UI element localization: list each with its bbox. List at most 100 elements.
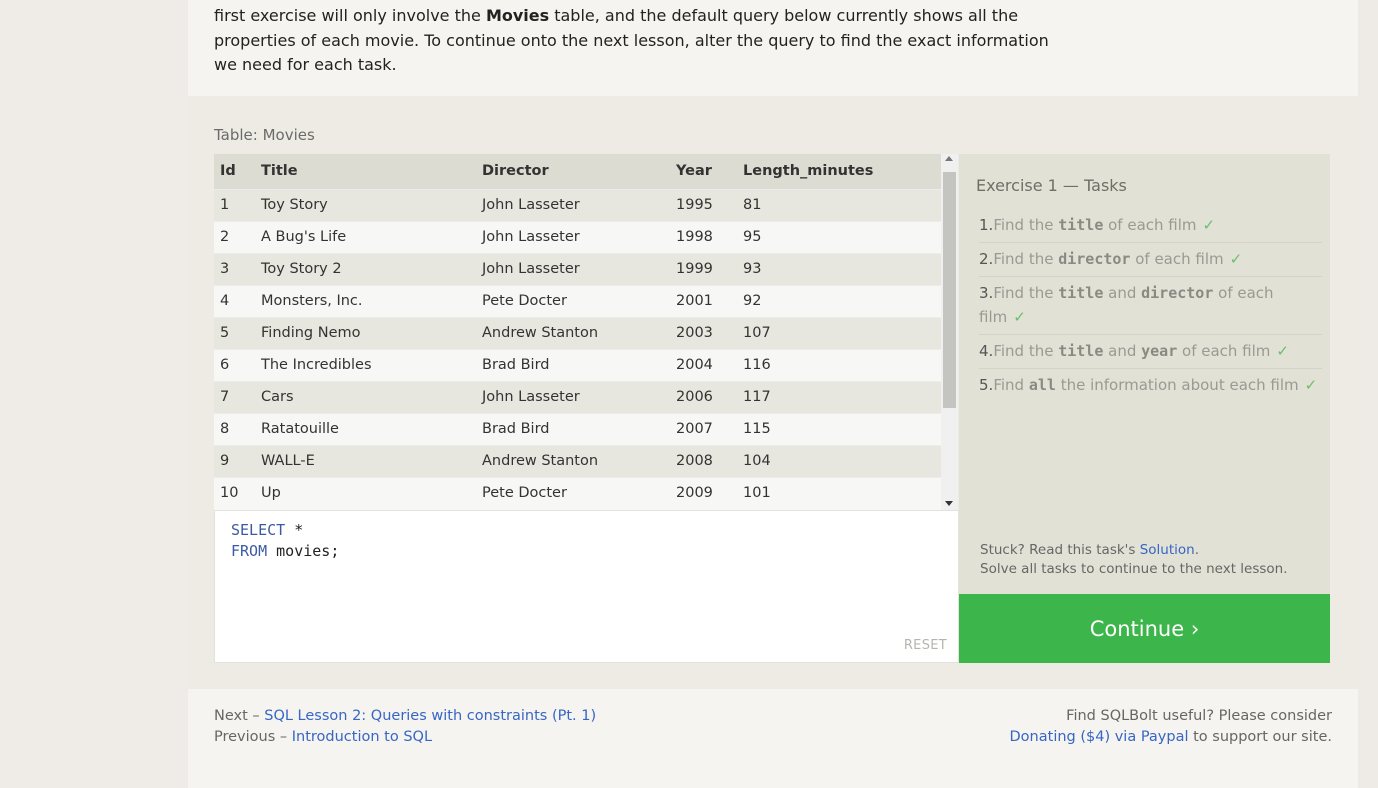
task-text: and: [1103, 284, 1142, 302]
table-row: 1 Toy Story John Lasseter 1995 81: [214, 188, 941, 221]
task-check-icon: ✓: [1276, 342, 1289, 360]
cell-id: 4: [214, 284, 255, 317]
task-item: 2.Find the director of each film ✓: [979, 243, 1322, 277]
cell-id: 3: [214, 252, 255, 285]
solution-link[interactable]: Solution: [1140, 542, 1195, 558]
scroll-up-arrow-icon[interactable]: [945, 156, 953, 161]
task-check-icon: ✓: [1013, 308, 1026, 326]
intro-text-1: first exercise will only involve the: [214, 6, 486, 25]
donate-link[interactable]: Donating ($4) via Paypal: [1010, 729, 1189, 745]
task-number: 2.: [979, 250, 994, 268]
task-check-icon: ✓: [1304, 376, 1318, 394]
cell-director: Pete Docter: [476, 284, 670, 317]
task-check-icon: ✓: [1229, 250, 1243, 268]
table-row: 8 Ratatouille Brad Bird 2007 115: [214, 412, 941, 445]
task-number: 1.: [979, 216, 994, 234]
task-item: 5.Find all the information about each fi…: [979, 369, 1322, 402]
task-list: 1.Find the title of each film ✓ 2.Find the…: [979, 209, 1322, 402]
cell-length: 92: [737, 284, 941, 317]
cell-director: Pete Docter: [476, 476, 670, 509]
cell-year: 2001: [670, 284, 737, 317]
task-item: 3.Find the title and director of each fi…: [979, 277, 1322, 335]
header-year: Year: [670, 154, 737, 189]
cell-id: 7: [214, 380, 255, 413]
tasks-panel: Exercise 1 — Tasks 1. Find the title of e…: [959, 154, 1330, 594]
cell-id: 8: [214, 412, 255, 445]
lesson-footer: Next – SQL Lesson 2: Queries with constr…: [188, 689, 1358, 788]
cell-id: 2: [214, 220, 255, 253]
intro-section: first exercise will only involve the Mov…: [188, 0, 1358, 96]
task-text: Find the: [993, 342, 1059, 360]
cell-length: 117: [737, 380, 941, 413]
cell-year: 2003: [670, 316, 737, 349]
task-text: Find: [993, 376, 1029, 394]
task-text: Find the: [993, 250, 1059, 268]
cell-year: 2007: [670, 412, 737, 445]
scroll-down-arrow-icon[interactable]: [945, 501, 953, 506]
table-row: 2A Bug's Life John Lasseter 1998 95: [214, 220, 941, 253]
table-row: 6 The Incredibles Brad Bird 2004 116: [214, 348, 941, 381]
scroll-thumb[interactable]: [943, 172, 956, 408]
task-text: and: [1103, 342, 1142, 360]
cell-director: Andrew Stanton: [476, 444, 670, 477]
results-table-container[interactable]: Id Title Director Year Length_minutes 1T…: [214, 154, 958, 510]
cell-title: Toy Story 2: [255, 252, 476, 285]
task-code: title: [1058, 284, 1104, 302]
support-post-text: to support our site.: [1188, 729, 1332, 745]
intro-paragraph: first exercise will only involve the Mov…: [214, 4, 1054, 78]
header-director: Director: [476, 154, 670, 189]
sql-code[interactable]: SELECT * FROM movies;: [231, 520, 339, 562]
task-code: title: [1058, 342, 1104, 360]
sql-keyword-select: SELECT: [231, 521, 286, 539]
task-item: 4.Find the title and year of each film ✓: [979, 335, 1322, 369]
results-table: Id Title Director Year Length_minutes 1T…: [214, 154, 941, 509]
sql-keyword-from: FROM: [231, 542, 268, 560]
previous-lesson-link[interactable]: Introduction to SQL: [292, 729, 432, 745]
task-number: 4.: [979, 342, 994, 360]
cell-id: 5: [214, 316, 255, 349]
lesson-nav: Next – SQL Lesson 2: Queries with constr…: [214, 706, 596, 748]
support-note: Find SQLBolt useful? Please consider Don…: [1010, 706, 1332, 748]
table-row: 10 Up Pete Docter 2009 101: [214, 476, 941, 509]
cell-title: Monsters, Inc.: [255, 284, 476, 317]
table-body: 1 Toy Story John Lasseter 1995 81 2 A Bug's Li…: [214, 188, 941, 509]
cell-length: 116: [737, 348, 941, 381]
page-edge: [1358, 0, 1378, 788]
next-lesson-link[interactable]: SQL Lesson 2: Queries with constraints (…: [264, 708, 596, 724]
task-text: of each film: [1130, 250, 1224, 268]
table-row: 9 WALL-E Andrew Stanton 2008 104: [214, 444, 941, 477]
cell-director: John Lasseter: [476, 252, 670, 285]
continue-button[interactable]: Continue ›: [959, 594, 1330, 663]
cell-title: Finding Nemo: [255, 316, 476, 349]
table-scrollbar[interactable]: [941, 154, 958, 510]
header-title: Title: [255, 154, 476, 189]
cell-id: 6: [214, 348, 255, 381]
table-header-row: Id Title Director Year Length_minutes: [214, 154, 941, 189]
task-number: 3.: [979, 284, 994, 302]
reset-button[interactable]: RESET: [904, 638, 947, 653]
cell-id: 1: [214, 188, 255, 221]
sql-editor[interactable]: SELECT * FROM movies; RESET: [214, 510, 959, 663]
exercise-section: Table: Movies Id Title Director Year Len…: [188, 96, 1358, 689]
task-code: all: [1028, 376, 1056, 394]
header-length: Length_minutes: [737, 154, 941, 189]
cell-length: 107: [737, 316, 941, 349]
cell-length: 93: [737, 252, 941, 285]
cell-director: Brad Bird: [476, 412, 670, 445]
cell-year: 1998: [670, 220, 737, 253]
cell-year: 2009: [670, 476, 737, 509]
cell-title: WALL-E: [255, 444, 476, 477]
task-code: director: [1141, 284, 1214, 302]
task-code: director: [1058, 250, 1131, 268]
table-row: 4 Monsters, Inc. Pete Docter 2001 92: [214, 284, 941, 317]
stuck-period: .: [1194, 542, 1200, 558]
task-text: Find the: [993, 284, 1059, 302]
tasks-title: Exercise 1 — Tasks: [976, 176, 1127, 195]
cell-length: 101: [737, 476, 941, 509]
previous-label: Previous –: [214, 729, 292, 745]
next-label: Next –: [214, 708, 265, 724]
lesson-page: first exercise will only involve the Mov…: [188, 0, 1358, 788]
intro-bold-movies: Movies: [485, 6, 550, 25]
cell-title: Ratatouille: [255, 412, 476, 445]
cell-director: John Lasseter: [476, 188, 670, 221]
